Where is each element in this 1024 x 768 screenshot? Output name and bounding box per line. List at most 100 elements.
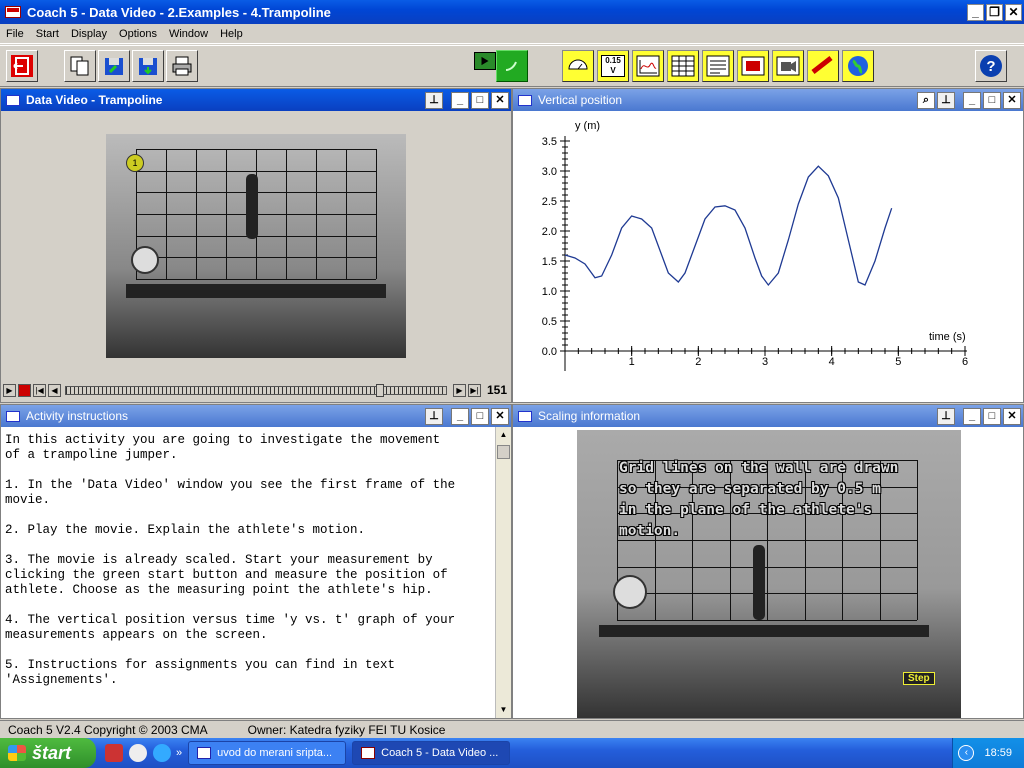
trampoline-frame <box>126 284 386 298</box>
scaling-image: Grid lines on the wall are drawn so they… <box>577 430 961 718</box>
toolbar: 0.15 V ? <box>0 45 1024 87</box>
video-slider[interactable] <box>65 383 447 397</box>
panel-close-button[interactable]: ✕ <box>491 407 509 425</box>
video-button[interactable] <box>737 50 769 82</box>
tray-expand-icon[interactable]: ‹ <box>958 745 975 761</box>
pin-button[interactable]: ⊥ <box>425 91 443 109</box>
grid-line <box>617 593 917 595</box>
chevron-icon[interactable]: » <box>176 747 182 759</box>
stop-icon[interactable] <box>18 383 31 397</box>
save-button[interactable] <box>132 50 164 82</box>
graph-button[interactable] <box>632 50 664 82</box>
taskbar: štart » uvod do merani sripta... Coach 5… <box>0 738 1024 768</box>
panel-minimize-button[interactable]: _ <box>963 91 981 109</box>
menu-window[interactable]: Window <box>163 28 214 40</box>
panel-close-button[interactable]: ✕ <box>491 91 509 109</box>
coach-icon <box>361 747 376 759</box>
table-icon <box>671 55 695 77</box>
graph-panel: Vertical position ⌕ ⊥ _ □ ✕ 1 2 3 4 5 6 0.0 0.5… <box>512 88 1024 403</box>
instructions-scrollbar[interactable]: ▲ ▼ <box>495 427 511 718</box>
restore-button[interactable]: ❐ <box>986 3 1003 21</box>
scroll-down-icon[interactable]: ▼ <box>496 702 511 718</box>
video-panel: Data Video - Trampoline ⊥ _ □ ✕ 1 ▶ |◀ ◀… <box>0 88 512 403</box>
grid-line <box>376 149 377 279</box>
exit-button[interactable] <box>6 50 38 82</box>
browser-icon[interactable] <box>153 744 171 762</box>
open-button[interactable] <box>98 50 130 82</box>
y-tick-label: 3.5 <box>542 136 557 148</box>
table-button[interactable] <box>667 50 699 82</box>
step-back-icon[interactable]: ◀ <box>48 383 61 397</box>
zoom-button[interactable]: ⌕ <box>917 91 935 109</box>
task-label: Coach 5 - Data Video ... <box>381 747 499 759</box>
x-tick-label: 1 <box>629 356 635 368</box>
taskbar-item-coach[interactable]: Coach 5 - Data Video ... <box>352 741 511 765</box>
close-button[interactable]: ✕ <box>1005 3 1022 21</box>
graph-icon <box>636 55 660 77</box>
help-button[interactable]: ? <box>975 50 1007 82</box>
start-button[interactable]: štart <box>0 738 96 768</box>
timer-icon <box>481 56 489 66</box>
play-icon[interactable]: ▶ <box>3 383 16 397</box>
menu-display[interactable]: Display <box>65 28 113 40</box>
grid-line <box>136 257 376 259</box>
gauge-icon <box>568 59 588 70</box>
panel-minimize-button[interactable]: _ <box>963 407 981 425</box>
movie-button[interactable] <box>772 50 804 82</box>
copy-icon <box>70 56 89 76</box>
app-icon[interactable] <box>5 6 21 18</box>
coach-quicklaunch-icon[interactable] <box>105 744 123 762</box>
copyright-text: Coach 5 V2.4 Copyright © 2003 CMA <box>8 722 208 737</box>
frame-number: 151 <box>486 383 507 397</box>
y-tick-label: 1.5 <box>542 256 557 268</box>
panel-minimize-button[interactable]: _ <box>451 407 469 425</box>
globe-button[interactable] <box>842 50 874 82</box>
copy-button[interactable] <box>64 50 96 82</box>
fast-forward-icon[interactable]: ▶| <box>467 383 481 397</box>
help-icon: ? <box>980 55 1002 77</box>
rewind-icon[interactable]: |◀ <box>33 383 46 397</box>
grid-line <box>617 620 917 621</box>
grid-line <box>617 566 917 568</box>
step-forward-icon[interactable]: ▶ <box>452 383 466 397</box>
panel-close-button[interactable]: ✕ <box>1003 407 1021 425</box>
pin-button[interactable]: ⊥ <box>937 91 955 109</box>
scroll-up-icon[interactable]: ▲ <box>496 427 511 443</box>
text-button[interactable] <box>702 50 734 82</box>
video-panel-title: Data Video - Trampoline <box>26 93 163 107</box>
panel-maximize-button[interactable]: □ <box>983 407 1001 425</box>
pin-button[interactable]: ⊥ <box>425 407 443 425</box>
status-bar: Coach 5 V2.4 Copyright © 2003 CMA Owner:… <box>0 720 1024 738</box>
video-frame[interactable]: 1 <box>106 134 406 358</box>
vertical-position-chart[interactable]: 1 2 3 4 5 6 0.0 0.5 1.0 1.5 2.0 2.5 3.0 3.5 y (m) time … <box>513 111 1023 401</box>
menu-start[interactable]: Start <box>30 28 65 40</box>
panel-maximize-button[interactable]: □ <box>983 91 1001 109</box>
media-player-icon[interactable] <box>129 744 147 762</box>
value-button[interactable]: 0.15 V <box>597 50 629 82</box>
menu-help[interactable]: Help <box>214 28 249 40</box>
label-button[interactable] <box>807 50 839 82</box>
start-measurement-button[interactable] <box>496 50 528 82</box>
window-title: Coach 5 - Data Video - 2.Examples - 4.Tr… <box>27 4 331 20</box>
menu-file[interactable]: File <box>0 28 30 40</box>
video-slider-thumb[interactable] <box>376 383 384 397</box>
print-button[interactable] <box>166 50 198 82</box>
y-axis-label: y (m) <box>575 120 600 132</box>
panel-maximize-button[interactable]: □ <box>471 407 489 425</box>
minimize-button[interactable]: _ <box>967 3 984 21</box>
menu-options[interactable]: Options <box>113 28 163 40</box>
clock-image <box>131 246 159 274</box>
panel-close-button[interactable]: ✕ <box>1003 91 1021 109</box>
panel-maximize-button[interactable]: □ <box>471 91 489 109</box>
panel-minimize-button[interactable]: _ <box>451 91 469 109</box>
trampoline-frame <box>599 625 929 637</box>
print-icon <box>172 56 192 76</box>
timer-button[interactable] <box>474 52 496 70</box>
y-tick-label: 2.5 <box>542 196 557 208</box>
scroll-thumb[interactable] <box>497 445 510 459</box>
taskbar-item-word[interactable]: uvod do merani sripta... <box>188 741 347 765</box>
pin-button[interactable]: ⊥ <box>937 407 955 425</box>
save-icon <box>139 58 157 75</box>
time-marker[interactable]: 1 <box>126 154 144 172</box>
gauge-button[interactable] <box>562 50 594 82</box>
